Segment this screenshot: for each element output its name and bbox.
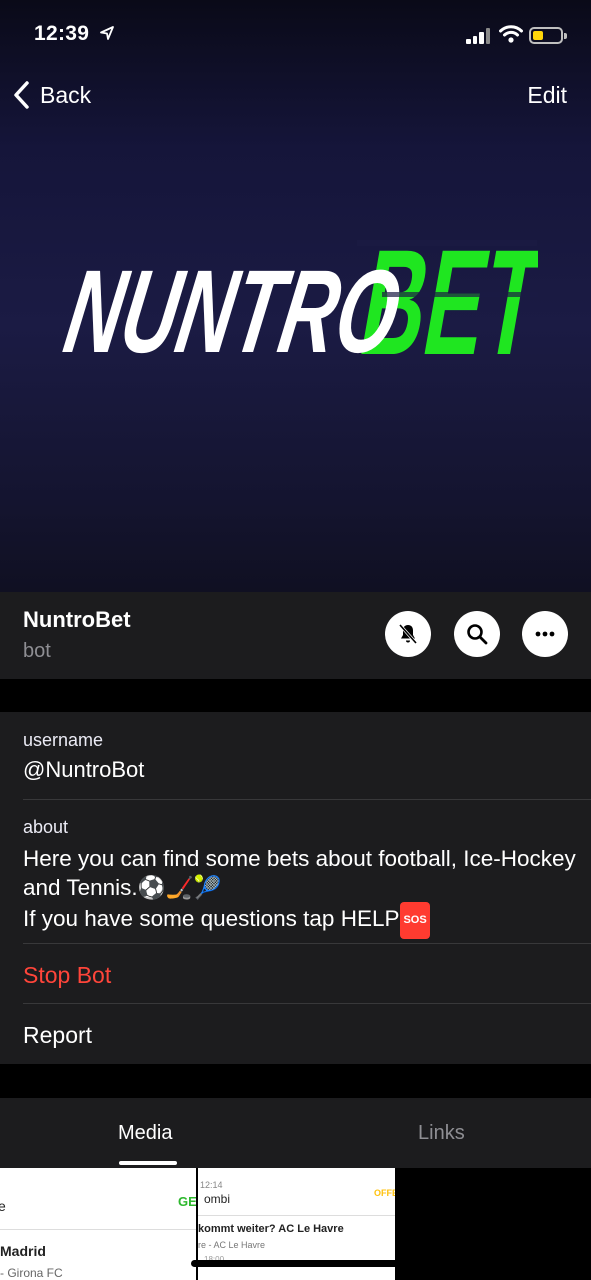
cellular-signal-icon [466,28,492,44]
profile-cover: 12:39 Back Edit BET NUNTRO [0,0,591,592]
back-label: Back [40,81,92,108]
thumb-header-right: GE [178,1194,196,1209]
report-button[interactable]: Report [23,1022,591,1049]
profile-header: NuntroBet bot [0,592,591,679]
more-button[interactable] [522,611,568,657]
about-text: Here you can find some bets about footba… [23,844,583,939]
edit-button[interactable]: Edit [527,82,567,109]
back-button[interactable]: Back [12,78,91,112]
nuntrobet-logo: BET NUNTRO [56,232,538,360]
thumb-line2: - Girona FC [0,1266,63,1280]
about-line1: Here you can find some bets about footba… [23,846,576,900]
logo-nuntro-text: NUNTRO [56,246,409,360]
thumb-line1: kommt weiter? AC Le Havre [198,1223,344,1235]
thumb-header-left: e [0,1198,6,1214]
username-row[interactable]: username @NuntroBot [23,730,591,783]
thumb-time: 12:14 [200,1180,223,1190]
username-label: username [23,730,104,750]
battery-icon [529,27,567,44]
bot-info-section: username @NuntroBot about Here you can f… [0,712,591,1064]
bot-subtitle: bot [23,640,51,662]
tab-indicator [119,1161,177,1165]
divider [23,943,591,944]
username-value: @NuntroBot [23,757,145,782]
about-label: about [23,817,69,837]
mute-button[interactable] [385,611,431,657]
thumb-header-right: OFFE [374,1188,395,1198]
about-line2: If you have some questions tap HELP [23,906,400,931]
search-button[interactable] [454,611,500,657]
more-icon [535,631,555,637]
stop-bot-button[interactable]: Stop Bot [23,962,591,989]
bell-slash-icon [398,624,418,644]
sports-emoji-icons: ⚽🏒🎾 [137,875,222,900]
shared-media-tabs: Media Links [0,1098,591,1168]
about-row: about Here you can find some bets about … [23,817,591,939]
thumb-line2: re - AC Le Havre [198,1240,266,1250]
wifi-icon [499,24,523,44]
divider [23,799,591,800]
bot-name: NuntroBet [23,607,131,632]
divider [23,1003,591,1004]
sos-badge: SOS [400,902,430,939]
thumb-header-sub: ombi [204,1192,231,1206]
thumb-line1: Madrid [0,1243,46,1259]
search-icon [467,624,488,645]
status-time: 12:39 [34,22,90,45]
location-arrow-icon [99,25,115,46]
home-indicator[interactable] [191,1260,399,1267]
chevron-left-icon [14,81,29,109]
tab-links[interactable]: Links [418,1122,465,1145]
media-thumbnail[interactable]: e GE Madrid - Girona FC [0,1168,196,1280]
status-bar: 12:39 [0,18,591,54]
tab-media[interactable]: Media [118,1122,172,1145]
